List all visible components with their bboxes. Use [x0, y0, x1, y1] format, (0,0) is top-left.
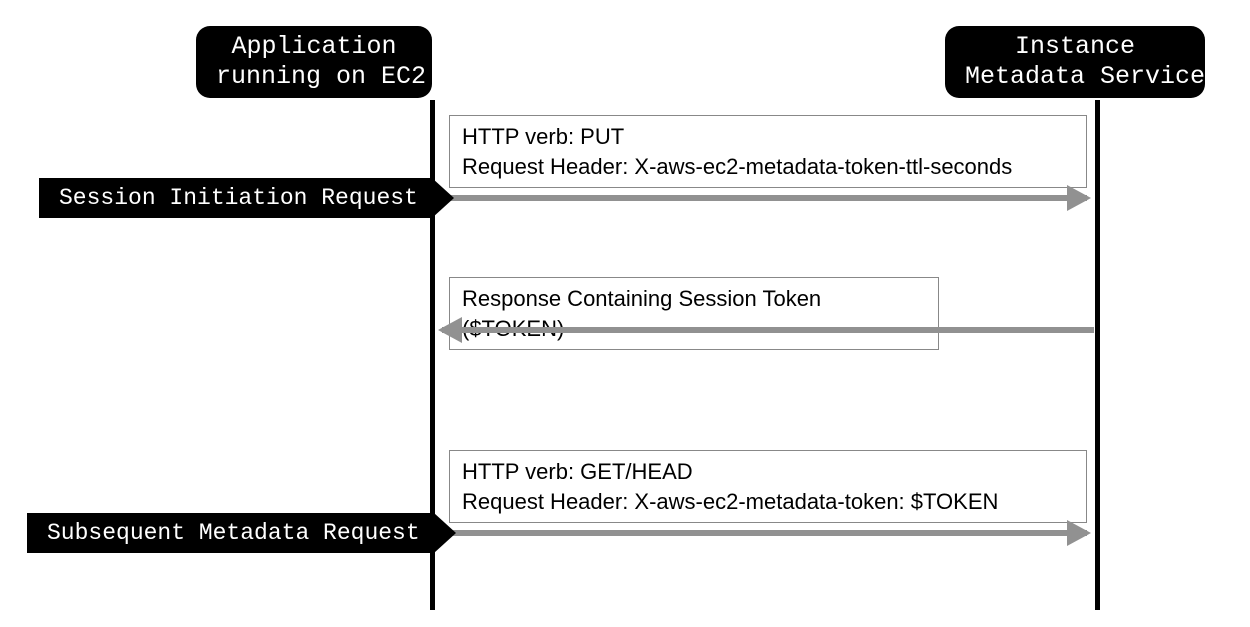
arrow-put-request	[437, 195, 1087, 201]
side-label-session-initiation-text: Session Initiation Request	[39, 178, 432, 218]
participant-application: Application running on EC2	[196, 26, 432, 98]
side-label-subsequent-request: Subsequent Metadata Request	[27, 513, 456, 553]
message-put-line1: HTTP verb: PUT	[462, 122, 1074, 152]
sequence-diagram: { "participants": { "left": "Application…	[0, 0, 1250, 627]
message-get-request-box: HTTP verb: GET/HEAD Request Header: X-aw…	[449, 450, 1087, 523]
arrowhead-icon	[432, 178, 454, 218]
message-token-response-box: Response Containing Session Token ($TOKE…	[449, 277, 939, 350]
message-token-response-text: Response Containing Session Token ($TOKE…	[462, 284, 926, 343]
message-put-request-box: HTTP verb: PUT Request Header: X-aws-ec2…	[449, 115, 1087, 188]
message-get-line2: Request Header: X-aws-ec2-metadata-token…	[462, 487, 1074, 517]
message-put-line2: Request Header: X-aws-ec2-metadata-token…	[462, 152, 1074, 182]
participant-metadata-service: Instance Metadata Service	[945, 26, 1205, 98]
side-label-session-initiation: Session Initiation Request	[39, 178, 454, 218]
message-get-line1: HTTP verb: GET/HEAD	[462, 457, 1074, 487]
arrowhead-icon	[434, 513, 456, 553]
arrow-get-request	[437, 530, 1087, 536]
side-label-subsequent-request-text: Subsequent Metadata Request	[27, 513, 434, 553]
lifeline-metadata-service	[1095, 100, 1100, 610]
arrow-token-response	[442, 327, 1094, 333]
